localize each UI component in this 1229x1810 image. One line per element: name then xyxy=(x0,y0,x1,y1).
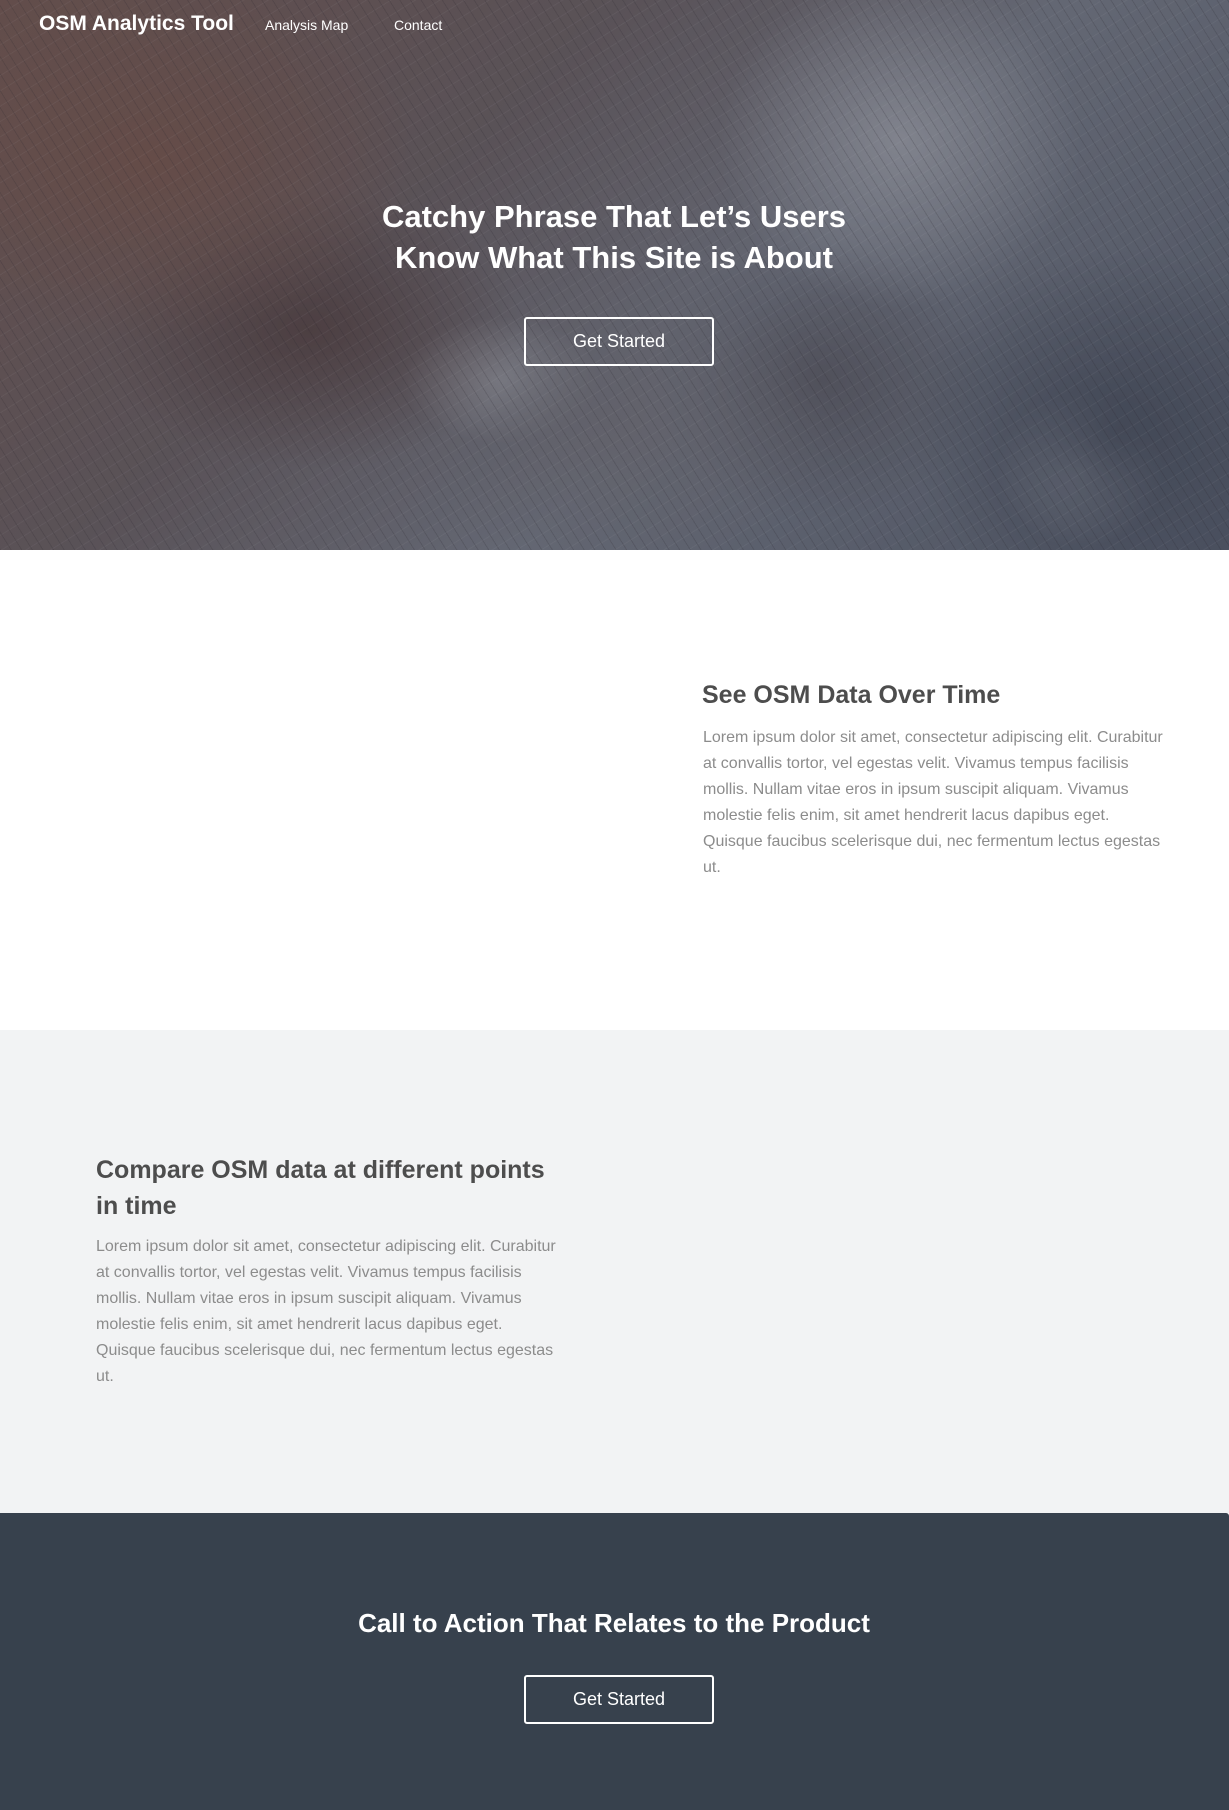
brand-logo-link[interactable]: OSM Analytics Tool xyxy=(39,12,234,36)
nav-link-contact[interactable]: Contact xyxy=(394,17,442,33)
feature-body-text: Lorem ipsum dolor sit amet, consectetur … xyxy=(703,729,1163,876)
feature-body-text: Lorem ipsum dolor sit amet, consectetur … xyxy=(96,1238,556,1385)
nav-link-analysis-map[interactable]: Analysis Map xyxy=(265,17,348,33)
cta-get-started-button[interactable]: Get Started xyxy=(524,1675,714,1724)
hero-section: OSM Analytics Tool Analysis Map Contact … xyxy=(0,0,1229,550)
hero-title: Catchy Phrase That Let’s Users Know What… xyxy=(314,196,914,278)
feature-heading: Compare OSM data at different points in … xyxy=(96,1156,545,1220)
call-to-action-section: Call to Action That Relates to the Produ… xyxy=(0,1513,1229,1810)
page-content: OSM Analytics Tool Analysis Map Contact … xyxy=(0,0,1229,1810)
landing-page: OSM Analytics Tool Analysis Map Contact … xyxy=(0,0,1229,1810)
top-navbar: OSM Analytics Tool Analysis Map Contact xyxy=(0,0,1229,52)
feature-heading: See OSM Data Over Time xyxy=(702,681,1001,709)
feature-image-placeholder xyxy=(96,630,556,930)
feature-section-over-time: See OSM Data Over Time Lorem ipsum dolor… xyxy=(0,550,1229,1030)
feature-section-compare: Compare OSM data at different points in … xyxy=(0,1030,1229,1513)
hero-title-line-1: Catchy Phrase That Let’s Users xyxy=(381,199,847,234)
cta-title: Call to Action That Relates to the Produ… xyxy=(358,1608,870,1638)
hero-get-started-button[interactable]: Get Started xyxy=(524,317,714,366)
feature-image-placeholder xyxy=(680,1110,1140,1410)
hero-title-line-2: Know What This Site is About xyxy=(395,240,833,275)
